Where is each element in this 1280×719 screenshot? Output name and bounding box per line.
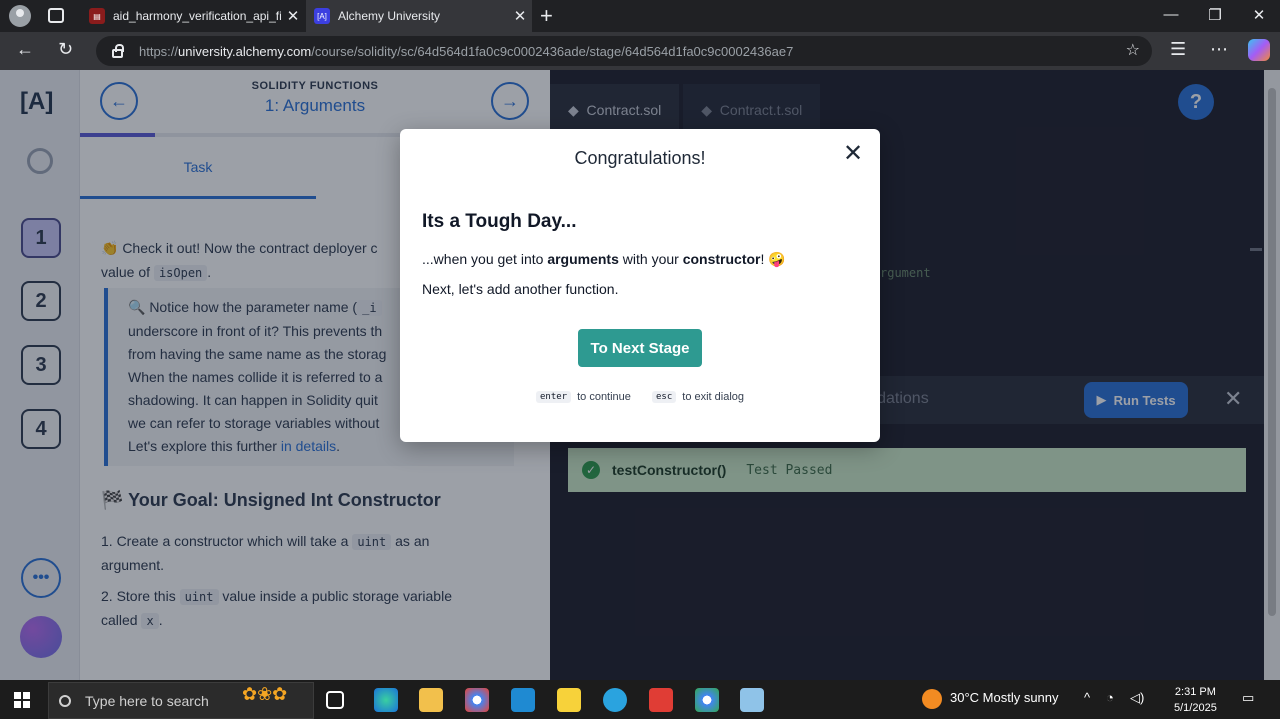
search-icon <box>59 694 71 707</box>
tab-title: Alchemy University <box>338 9 441 23</box>
favorite-star-icon[interactable]: ☆ <box>1126 40 1140 60</box>
task-view-icon[interactable] <box>326 691 344 709</box>
favorites-icon[interactable]: ☰ <box>1170 39 1186 60</box>
copilot-icon[interactable] <box>1248 39 1270 61</box>
tab-close-icon[interactable]: ✕ <box>281 7 305 25</box>
chrome-profile-icon[interactable] <box>695 688 719 712</box>
volume-icon[interactable]: ◁) <box>1130 690 1144 706</box>
enter-key: enter <box>536 391 572 403</box>
enter-hint: enter to continue <box>536 391 631 403</box>
chrome-icon[interactable] <box>465 688 489 712</box>
esc-hint: esc to exit dialog <box>652 391 744 403</box>
vscode-icon[interactable] <box>511 688 535 712</box>
lock-icon[interactable] <box>112 43 124 58</box>
dialog-title: Congratulations! <box>574 148 706 168</box>
to-next-stage-button[interactable]: To Next Stage <box>578 329 702 367</box>
telegram-icon[interactable] <box>603 688 627 712</box>
tab-close-icon[interactable]: ✕ <box>508 7 532 25</box>
dialog-heading: Its a Tough Day... <box>422 211 577 232</box>
weather-icon[interactable] <box>922 689 942 709</box>
dialog-body: ...when you get into arguments with your… <box>422 251 786 297</box>
close-icon[interactable]: ✕ <box>843 139 863 168</box>
congratulations-dialog: Congratulations! ✕ Its a Tough Day... ..… <box>400 129 880 442</box>
wps-icon[interactable] <box>649 688 673 712</box>
clock[interactable]: 2:31 PM 5/1/2025 <box>1174 684 1217 716</box>
menu-dots-icon[interactable]: ⋯ <box>1210 39 1228 60</box>
start-icon[interactable] <box>14 692 30 708</box>
browser-tab-active[interactable]: [A] Alchemy University ✕ <box>306 0 532 32</box>
file-explorer-icon[interactable] <box>419 688 443 712</box>
restore-icon[interactable]: ❐ <box>1192 6 1238 24</box>
edge-icon[interactable] <box>374 688 398 712</box>
tab-title: aid_harmony_verification_api_field <box>113 9 281 23</box>
reload-icon[interactable]: ↻ <box>58 39 73 60</box>
minimize-icon[interactable]: — <box>1148 6 1194 23</box>
tab-actions-icon[interactable] <box>48 8 64 23</box>
window-close-icon[interactable]: ✕ <box>1236 6 1280 24</box>
address-bar: ← ↻ https://university.alchemy.com/cours… <box>0 32 1280 70</box>
new-tab-icon[interactable]: + <box>540 3 553 29</box>
browser-tab-bar: ▤ aid_harmony_verification_api_field ✕ [… <box>0 0 1280 32</box>
notifications-icon[interactable]: ▭ <box>1242 690 1254 706</box>
app-icon[interactable] <box>740 688 764 712</box>
browser-tab-inactive[interactable]: ▤ aid_harmony_verification_api_field ✕ <box>81 0 305 32</box>
player-icon[interactable] <box>557 688 581 712</box>
search-highlight-icon: ✿❀✿ <box>242 684 288 704</box>
profile-icon[interactable] <box>9 5 31 27</box>
network-icon[interactable]: ◔ <box>1106 690 1114 705</box>
back-icon[interactable]: ← <box>16 39 34 60</box>
url-field[interactable]: https://university.alchemy.com/course/so… <box>96 36 1152 66</box>
chevron-up-icon[interactable]: ^ <box>1084 690 1090 705</box>
url-text: https://university.alchemy.com/course/so… <box>139 43 794 59</box>
tab-favicon-icon: ▤ <box>89 8 105 24</box>
windows-taskbar: Type here to search ✿❀✿ 30°C Mostly sunn… <box>0 680 1280 719</box>
esc-key: esc <box>652 391 677 403</box>
weather-text[interactable]: 30°C Mostly sunny <box>950 690 1059 705</box>
alchemy-favicon-icon: [A] <box>314 8 330 24</box>
